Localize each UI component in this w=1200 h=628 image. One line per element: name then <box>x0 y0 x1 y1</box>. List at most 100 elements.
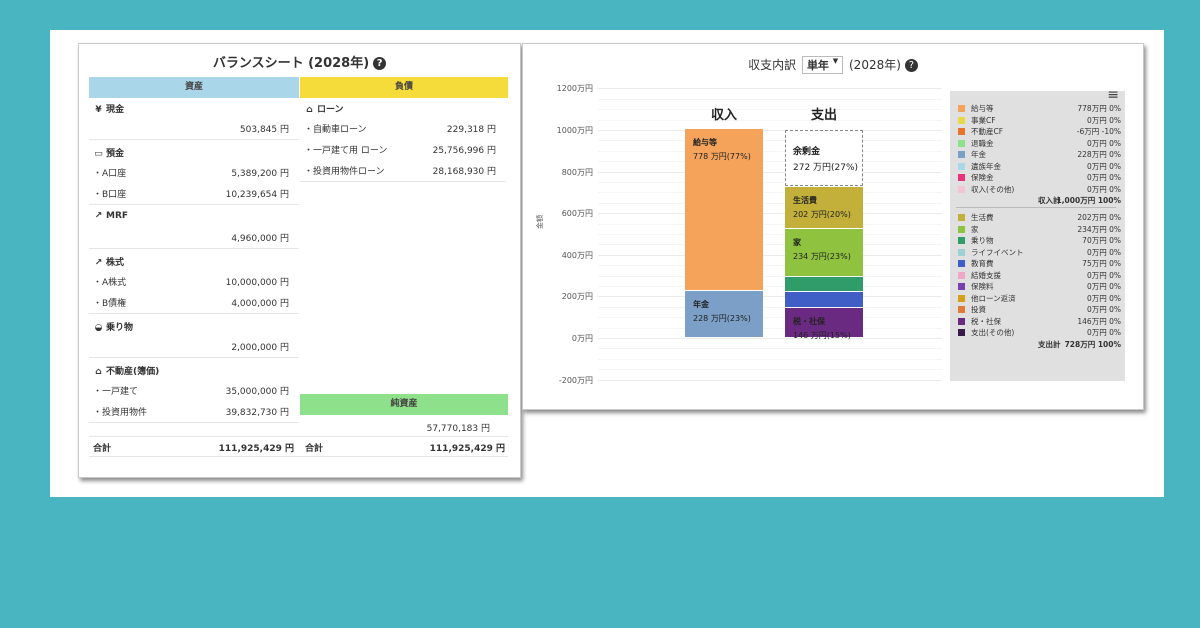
legend-label: 教育費 <box>971 259 994 268</box>
minor-gridline <box>598 348 942 350</box>
net-assets-amount: 57,770,183 円 <box>426 424 490 434</box>
legend-item[interactable]: 乗り物 70万円 0% <box>958 235 1121 247</box>
legend-swatch <box>958 225 965 233</box>
category-label: 株式 <box>106 258 125 268</box>
legend-item[interactable]: ライフイベント 0万円 0% <box>958 247 1121 259</box>
house-icon: ⌂ <box>95 367 102 377</box>
legend-item[interactable]: 生活費 202万円 0% <box>958 212 1121 224</box>
bar-segment <box>785 277 863 292</box>
legend-item[interactable]: 収入(その他) 0万円 0% <box>958 184 1121 196</box>
cash-flow-card: 収支内訳 単年 ▼ (2028年)? 金額 1200万円 1000万円 800万円 6… <box>522 43 1144 410</box>
legend-value: 778万円 0% <box>1077 104 1121 113</box>
gridline <box>598 379 942 381</box>
legend-label: 遺族年金 <box>971 161 1001 171</box>
legend-label: 事業CF <box>971 115 996 125</box>
legend-item[interactable]: 年金 228万円 0% <box>958 149 1121 161</box>
segment-value: 234 万円(23%) <box>793 251 851 261</box>
minor-gridline <box>598 358 942 360</box>
y-tick-label: -200万円 <box>558 375 593 385</box>
category-yen: ¥ 現金 <box>93 102 124 115</box>
legend-item[interactable]: 支出(その他) 0万円 0% <box>958 327 1121 339</box>
legend-label: 不動産CF <box>971 127 1004 136</box>
legend-item[interactable]: 事業CF 0万円 0% <box>958 115 1121 127</box>
category-label: 収入 <box>710 108 737 123</box>
help-icon[interactable]: ? <box>904 59 918 72</box>
gridline <box>598 213 942 215</box>
balance-sheet-card: バランスシート (2028年)? 資産 負債 ¥ 現金 503,845 円 ▭ 預金 ・A… <box>78 43 521 478</box>
legend-item[interactable]: 結婚支援 0万円 0% <box>958 270 1121 282</box>
minor-gridline <box>598 369 942 371</box>
legend-item[interactable]: 税・社保 146万円 0% <box>958 316 1121 328</box>
legend-label: 他ローン返済 <box>971 293 1016 303</box>
expense-total: 支出計 728万円 100% <box>958 339 1121 351</box>
category-bank: ⌂ ローン <box>304 102 343 115</box>
balance-sheet-title: バランスシート (2028年)? <box>79 52 520 71</box>
car-icon: ◒ <box>94 323 103 333</box>
y-tick-label: 600万円 <box>561 209 593 219</box>
item-amount: 25,756,996 円 <box>432 146 496 156</box>
legend-swatch <box>958 105 965 112</box>
legend-swatch <box>958 306 965 313</box>
category-label: 現金 <box>106 105 125 115</box>
minor-gridline <box>598 223 942 225</box>
content-panel: バランスシート (2028年)? 資産 負債 ¥ 現金 503,845 円 ▭ 預金 ・A… <box>50 30 1164 497</box>
bank-icon: ⌂ <box>306 105 313 115</box>
chart-line-icon: ↗ <box>94 211 103 221</box>
item-amount: 35,000,000 円 <box>225 387 289 397</box>
legend-item[interactable]: 退職金 0万円 0% <box>958 138 1121 150</box>
item-amount: 10,239,654 円 <box>225 190 289 200</box>
legend-value: 0万円 0% <box>1086 161 1121 171</box>
cash-flow-title: 収支内訳 単年 ▼ (2028年)? <box>523 56 1143 74</box>
legend-item[interactable]: 教育費 75万円 0% <box>958 258 1121 270</box>
legend-swatch <box>958 260 965 267</box>
period-select[interactable]: 単年 ▼ <box>801 56 844 74</box>
yen-icon: ¥ <box>95 105 102 115</box>
minor-gridline <box>598 244 942 246</box>
y-tick-label: 0万円 <box>571 334 593 343</box>
legend-swatch <box>958 317 965 325</box>
help-icon[interactable]: ? <box>373 57 387 70</box>
legend-label: 税・社保 <box>971 316 1001 326</box>
legend-item[interactable]: 保険料 0万円 0% <box>958 281 1121 293</box>
category-bank-card: ▭ 預金 <box>93 146 124 159</box>
legend-item[interactable]: 家 234万円 0% <box>958 224 1121 236</box>
item-amount: 503,845 円 <box>239 125 289 135</box>
minor-gridline <box>598 192 942 194</box>
legend-item[interactable]: 他ローン返済 0万円 0% <box>958 293 1121 305</box>
legend-value: -6万円 -10% <box>1076 127 1121 136</box>
item-amount: 28,168,930 円 <box>432 167 496 177</box>
legend-value: 234万円 0% <box>1077 224 1121 234</box>
bar-segment <box>785 130 863 186</box>
y-tick-label: 800万円 <box>561 167 593 177</box>
segment-name: 給与等 <box>693 137 717 147</box>
income-total-value: 1,000万円 100% <box>1056 196 1121 205</box>
legend-value: 0万円 0% <box>1086 305 1121 314</box>
category-label: 預金 <box>106 149 125 159</box>
legend-label: 退職金 <box>971 138 994 148</box>
legend-value: 0万円 0% <box>1086 184 1121 194</box>
legend-item[interactable]: 保険金 0万円 0% <box>958 172 1121 184</box>
legend-value: 0万円 0% <box>1086 282 1121 291</box>
legend-value: 0万円 0% <box>1086 328 1121 337</box>
category-chart-line: ↗ 株式 <box>93 255 124 268</box>
item-amount: 4,000,000 円 <box>231 299 289 309</box>
legend-swatch <box>958 185 965 193</box>
legend: ≡ 給与等 778万円 0% 事業CF 0万円 0% 不動産CF -6万円 -10% 退職金… <box>950 87 1125 381</box>
legend-label: 年金 <box>971 150 986 159</box>
legend-item[interactable]: 投資 0万円 0% <box>958 304 1121 316</box>
legend-swatch <box>958 271 965 279</box>
minor-gridline <box>598 140 942 142</box>
legend-item[interactable]: 不動産CF -6万円 -10% <box>958 126 1121 138</box>
legend-item[interactable]: 給与等 778万円 0% <box>958 103 1121 115</box>
cash-flow-title-text: 収支内訳 <box>748 58 797 72</box>
minor-gridline <box>598 317 942 319</box>
category-house: ⌂ 不動産(簿価) <box>93 364 159 377</box>
legend-item[interactable]: 遺族年金 0万円 0% <box>958 161 1121 173</box>
net-assets-header: 純資産 <box>300 394 508 415</box>
gridline <box>598 296 942 298</box>
legend-swatch <box>958 214 965 221</box>
legend-swatch <box>958 329 965 336</box>
menu-icon[interactable]: ≡ <box>1107 87 1119 103</box>
legend-value: 0万円 0% <box>1086 173 1121 182</box>
bar-segment <box>785 292 863 307</box>
